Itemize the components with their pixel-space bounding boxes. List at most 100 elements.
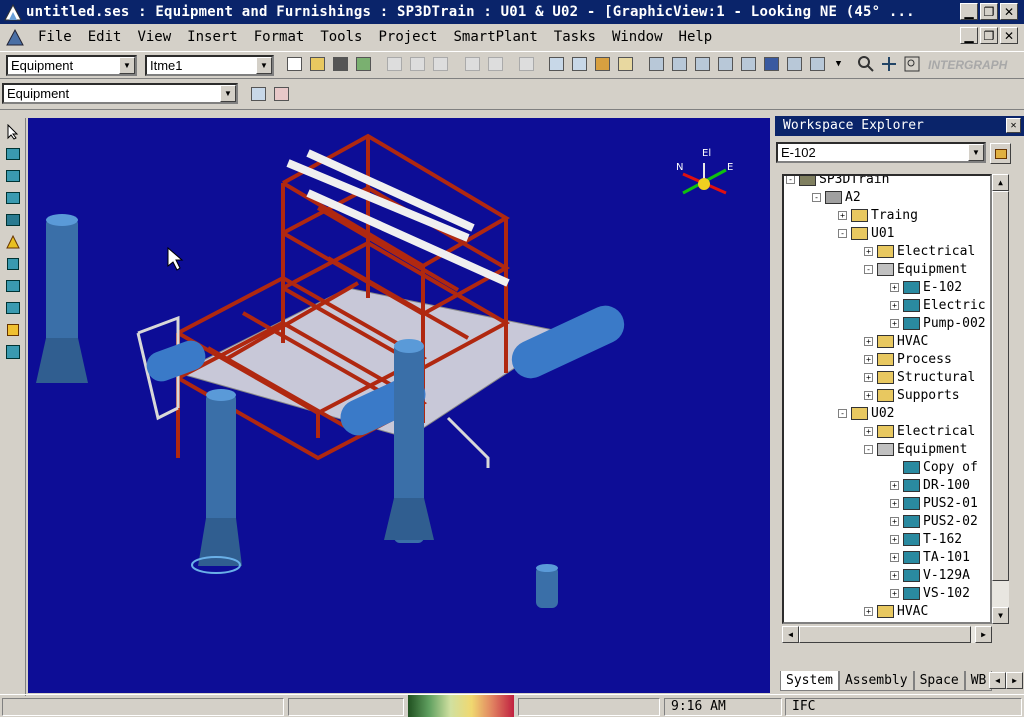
tree-node[interactable]: + HVAC xyxy=(864,332,928,350)
doc-minimize-button[interactable]: ▁ xyxy=(960,27,978,44)
filter-combo[interactable]: Itme1 ▼ xyxy=(145,55,274,76)
tree-node[interactable]: - U02 xyxy=(838,404,894,422)
doc-close-button[interactable]: ✕ xyxy=(1000,27,1018,44)
new-icon[interactable] xyxy=(284,53,305,74)
hscroll-thumb[interactable] xyxy=(799,626,971,643)
chevron-down-icon[interactable]: ▼ xyxy=(119,57,135,74)
place-shape-icon[interactable] xyxy=(3,188,23,208)
tree-node[interactable]: + E-102 xyxy=(890,278,962,296)
menu-file[interactable]: File xyxy=(30,29,80,45)
delete-icon[interactable] xyxy=(430,53,451,74)
move-icon[interactable] xyxy=(462,53,483,74)
tree-node[interactable]: - Equipment xyxy=(864,260,967,278)
tree-node[interactable]: + HVAC xyxy=(864,602,928,620)
select-inside-icon[interactable] xyxy=(271,83,292,104)
tab-assembly[interactable]: Assembly xyxy=(838,671,914,691)
tree-horizontal-scrollbar[interactable]: ◀ ▶ xyxy=(782,626,992,643)
place-view-icon[interactable] xyxy=(3,342,23,362)
tree-node[interactable]: + Electric xyxy=(890,296,986,314)
tree-expander-icon[interactable]: + xyxy=(838,210,847,220)
zoom-area-icon[interactable] xyxy=(901,53,922,74)
tree-expander-icon[interactable]: + xyxy=(890,534,899,544)
layers-dropdown-icon[interactable]: ▼ xyxy=(828,53,849,74)
tree-expander-icon[interactable]: + xyxy=(864,390,873,400)
tree-node[interactable]: - SP3DTrain xyxy=(786,176,889,188)
copy-icon[interactable] xyxy=(384,53,405,74)
tree-node[interactable]: + Traing xyxy=(838,206,918,224)
tree-node[interactable]: + PUS2-01 xyxy=(890,494,978,512)
place-foundation-icon[interactable] xyxy=(3,232,23,252)
tree-expander-icon[interactable]: + xyxy=(890,300,899,310)
pointer-tool-icon[interactable] xyxy=(3,122,23,142)
doc-restore-button[interactable]: ❐ xyxy=(980,27,998,44)
paste-icon[interactable] xyxy=(407,53,428,74)
tab-scroll-left-icon[interactable]: ◀ xyxy=(989,672,1006,689)
place-design-equipment-icon[interactable] xyxy=(3,166,23,186)
tree-expander-icon[interactable]: - xyxy=(838,408,847,418)
view-render-icon[interactable] xyxy=(738,53,759,74)
menu-tasks[interactable]: Tasks xyxy=(546,29,604,45)
chevron-down-icon[interactable]: ▼ xyxy=(968,144,984,161)
tree-node[interactable]: Copy of xyxy=(890,458,978,476)
doc-icon[interactable] xyxy=(4,27,26,47)
open-icon[interactable] xyxy=(307,53,328,74)
place-port-icon[interactable] xyxy=(3,320,23,340)
scroll-up-icon[interactable]: ▲ xyxy=(992,174,1009,191)
scroll-left-icon[interactable]: ◀ xyxy=(782,626,799,643)
tree-expander-icon[interactable]: + xyxy=(890,318,899,328)
menu-view[interactable]: View xyxy=(129,29,179,45)
tree-expander-icon[interactable]: + xyxy=(890,552,899,562)
tree-node[interactable]: + Process xyxy=(864,350,952,368)
save-icon[interactable] xyxy=(330,53,351,74)
locate-filter-combo[interactable]: Equipment ▼ xyxy=(2,83,238,104)
tree-node[interactable]: + Electrical xyxy=(864,242,975,260)
graphic-view[interactable]: El N E xyxy=(28,118,770,693)
model-3d-view[interactable]: El N E xyxy=(28,118,770,693)
minimize-button[interactable]: ▁ xyxy=(960,3,978,20)
tree-node[interactable]: + TA-101 xyxy=(890,548,970,566)
undo-icon[interactable] xyxy=(516,53,537,74)
tree-expander-icon[interactable]: + xyxy=(890,498,899,508)
tree-expander-icon[interactable]: - xyxy=(864,264,873,274)
refresh-icon[interactable] xyxy=(353,53,374,74)
tree-expander-icon[interactable]: + xyxy=(890,588,899,598)
app-icon[interactable] xyxy=(3,2,23,22)
place-component-icon[interactable] xyxy=(3,254,23,274)
tab-space[interactable]: Space xyxy=(913,671,965,691)
frame-icon[interactable] xyxy=(784,53,805,74)
tree-expander-icon[interactable]: - xyxy=(864,444,873,454)
tree-expander-icon[interactable]: - xyxy=(812,192,821,202)
measure-icon[interactable] xyxy=(546,53,567,74)
properties-icon[interactable] xyxy=(592,53,613,74)
tab-scroll-right-icon[interactable]: ▶ xyxy=(1006,672,1023,689)
tree-expander-icon[interactable]: + xyxy=(864,372,873,382)
tree-expander-icon[interactable]: + xyxy=(864,246,873,256)
pan-icon[interactable] xyxy=(878,53,899,74)
tree-node[interactable]: + DR-100 xyxy=(890,476,970,494)
tree-expander-icon[interactable]: + xyxy=(890,516,899,526)
tree-expander-icon[interactable]: + xyxy=(890,282,899,292)
explorer-search-combo[interactable]: E-102 ▼ xyxy=(776,142,986,163)
menu-project[interactable]: Project xyxy=(370,29,445,45)
scroll-down-icon[interactable]: ▼ xyxy=(992,607,1009,624)
tree-expander-icon[interactable]: + xyxy=(864,606,873,616)
tree-expander-icon[interactable]: - xyxy=(838,228,847,238)
tree-node[interactable]: + V-129A xyxy=(890,566,970,584)
tree-vertical-scrollbar[interactable]: ▲ ▼ xyxy=(992,174,1009,624)
zoom-icon[interactable] xyxy=(855,53,876,74)
tree-node[interactable]: - Equipment xyxy=(864,440,967,458)
place-handrail-icon[interactable] xyxy=(3,276,23,296)
chevron-down-icon[interactable]: ▼ xyxy=(220,85,236,102)
tree-expander-icon[interactable]: + xyxy=(864,426,873,436)
chevron-down-icon[interactable]: ▼ xyxy=(256,57,272,74)
menu-tools[interactable]: Tools xyxy=(312,29,370,45)
view-iso-icon[interactable] xyxy=(646,53,667,74)
close-icon[interactable]: ✕ xyxy=(1006,118,1021,133)
pencil-icon[interactable] xyxy=(615,53,636,74)
select-filter-icon[interactable] xyxy=(569,53,590,74)
select-mode-icon[interactable] xyxy=(248,83,269,104)
place-equipment-icon[interactable] xyxy=(3,144,23,164)
task-combo[interactable]: Equipment ▼ xyxy=(6,55,137,76)
tree-node[interactable]: - U01 xyxy=(838,224,894,242)
tree-node[interactable]: + Pump-002 xyxy=(890,314,986,332)
